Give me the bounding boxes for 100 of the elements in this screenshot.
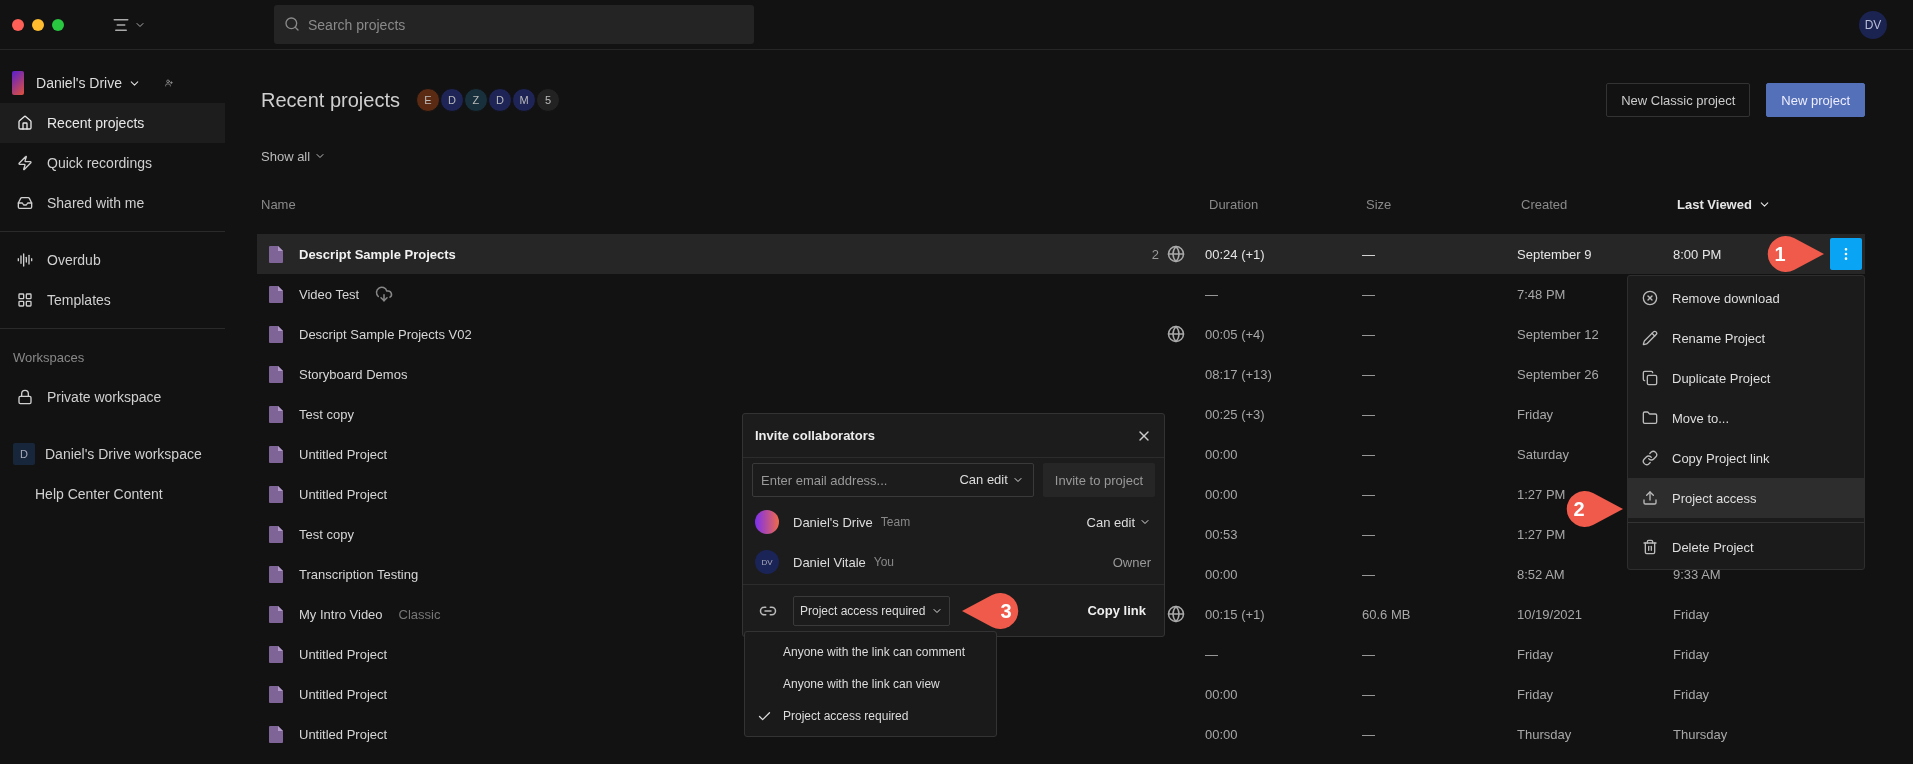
project-name: Storyboard Demos [299, 366, 408, 382]
file-icon [269, 685, 283, 703]
menu-item[interactable]: Move to... [1628, 398, 1864, 438]
size-cell: 60.6 MB [1362, 606, 1411, 622]
created-cell: Saturday [1517, 446, 1570, 462]
access-option[interactable]: Anyone with the link can comment [745, 636, 996, 668]
collaborator-avatar: E [415, 88, 440, 112]
project-name: Untitled Project [299, 446, 388, 462]
member-name: Daniel's Drive [793, 514, 873, 530]
sidebar-item[interactable]: Recent projects [0, 103, 225, 143]
section-heading: Workspaces [12, 348, 86, 367]
project-tag: Classic [398, 606, 441, 622]
column-header[interactable]: Last Viewed [1677, 196, 1752, 212]
duration-cell: 00:53 [1205, 526, 1238, 542]
member-name: Daniel Vitale [793, 554, 866, 570]
member-tag: You [873, 555, 894, 569]
duration-cell: 00:00 [1205, 566, 1238, 582]
project-name: Untitled Project [299, 726, 388, 742]
duration-cell: 00:05 (+4) [1205, 326, 1265, 342]
column-header[interactable]: Created [1521, 196, 1568, 212]
user-avatar[interactable]: DV [1859, 10, 1887, 39]
role-dropdown[interactable]: Can edit [1086, 514, 1151, 530]
duration-cell: 08:17 (+13) [1205, 366, 1272, 382]
project-name: Test copy [299, 406, 354, 422]
minimize-button[interactable] [32, 18, 44, 31]
workspace-item[interactable]: Help Center Content [35, 486, 163, 502]
file-icon [269, 485, 283, 503]
member-avatar: DV [755, 550, 779, 574]
workspace-item[interactable]: Private workspace [47, 389, 162, 405]
drive-switcher[interactable]: Daniel's Drive [36, 75, 141, 91]
project-name: Descript Sample Projects [299, 246, 456, 262]
sidebar-item[interactable]: Shared with me [0, 183, 225, 223]
project-name: Untitled Project [299, 646, 388, 662]
menu-item[interactable]: Duplicate Project [1628, 358, 1864, 398]
new-project-button[interactable]: New project [1766, 83, 1865, 117]
access-option[interactable]: Anyone with the link can view [745, 668, 996, 700]
collaborator-avatar: 5 [535, 88, 560, 112]
share-icon [1642, 490, 1658, 506]
created-cell: September 9 [1517, 246, 1592, 262]
column-header[interactable]: Duration [1209, 196, 1259, 212]
sidebar-item[interactable]: Templates [0, 280, 225, 320]
duration-cell: 00:00 [1205, 726, 1238, 742]
file-icon [269, 405, 283, 423]
size-cell: — [1362, 446, 1375, 462]
created-cell: Friday [1517, 406, 1554, 422]
sidebar-item[interactable]: Quick recordings [0, 143, 225, 183]
duration-cell: 00:15 (+1) [1205, 606, 1265, 622]
maximize-button[interactable] [52, 18, 64, 31]
menu-item[interactable]: Rename Project [1628, 318, 1864, 358]
file-icon [269, 725, 283, 743]
remove-icon [1642, 290, 1658, 306]
access-dropdown[interactable]: Project access required [793, 595, 951, 626]
member-role: Owner [1112, 554, 1151, 570]
new-classic-project-button[interactable]: New Classic project [1606, 83, 1751, 117]
created-cell: September 12 [1517, 326, 1599, 342]
search-field[interactable]: Search projects [274, 5, 754, 44]
menu-item[interactable]: Project access [1628, 478, 1864, 518]
filter-dropdown[interactable]: Show all [257, 142, 327, 170]
grid-icon [17, 292, 33, 308]
menu-item[interactable]: Remove download [1628, 278, 1864, 318]
size-cell: — [1362, 326, 1375, 342]
collaborator-avatar: Z [463, 88, 488, 112]
created-cell: Friday [1517, 646, 1554, 662]
created-cell: 1:27 PM [1517, 486, 1566, 502]
lock-icon [17, 389, 33, 405]
column-header[interactable]: Name [261, 196, 296, 212]
inbox-icon [17, 195, 33, 211]
menu-item[interactable]: Copy Project link [1628, 438, 1864, 478]
last-viewed-cell: Friday [1673, 686, 1710, 702]
size-cell: — [1362, 686, 1375, 702]
file-icon [269, 645, 283, 663]
duplicate-icon [1642, 370, 1658, 386]
duration-cell: 00:24 (+1) [1205, 246, 1265, 262]
sidebar-item[interactable]: Overdub [0, 240, 225, 280]
last-viewed-cell: 9:33 AM [1673, 566, 1721, 582]
size-cell: — [1362, 406, 1375, 422]
created-cell: Thursday [1517, 726, 1572, 742]
size-cell: — [1362, 366, 1375, 382]
role-dropdown[interactable]: Can edit [959, 472, 1024, 487]
duration-cell: — [1205, 286, 1218, 302]
file-icon [269, 325, 283, 343]
project-name: Test copy [299, 526, 354, 542]
duration-cell: 00:00 [1205, 446, 1238, 462]
column-header[interactable]: Size [1366, 196, 1392, 212]
collaborator-avatar: D [487, 88, 512, 112]
close-button[interactable] [12, 18, 24, 31]
invite-button[interactable]: Invite to project [1042, 463, 1155, 497]
lightning-icon [17, 155, 33, 171]
menu-item[interactable]: Delete Project [1628, 527, 1864, 567]
workspace-item[interactable]: Daniel's Drive workspace [45, 446, 202, 462]
created-cell: September 26 [1517, 366, 1599, 382]
created-cell: 7:48 PM [1517, 286, 1566, 302]
drive-logo [12, 71, 25, 95]
pencil-icon [1642, 330, 1658, 346]
copy-link-button[interactable]: Copy link [1081, 602, 1152, 619]
last-viewed-cell: Friday [1673, 606, 1710, 622]
home-icon [17, 115, 33, 131]
access-option[interactable]: Project access required [745, 700, 996, 732]
collaborator-avatar: D [439, 88, 464, 112]
workspace-badge: D [13, 443, 35, 465]
